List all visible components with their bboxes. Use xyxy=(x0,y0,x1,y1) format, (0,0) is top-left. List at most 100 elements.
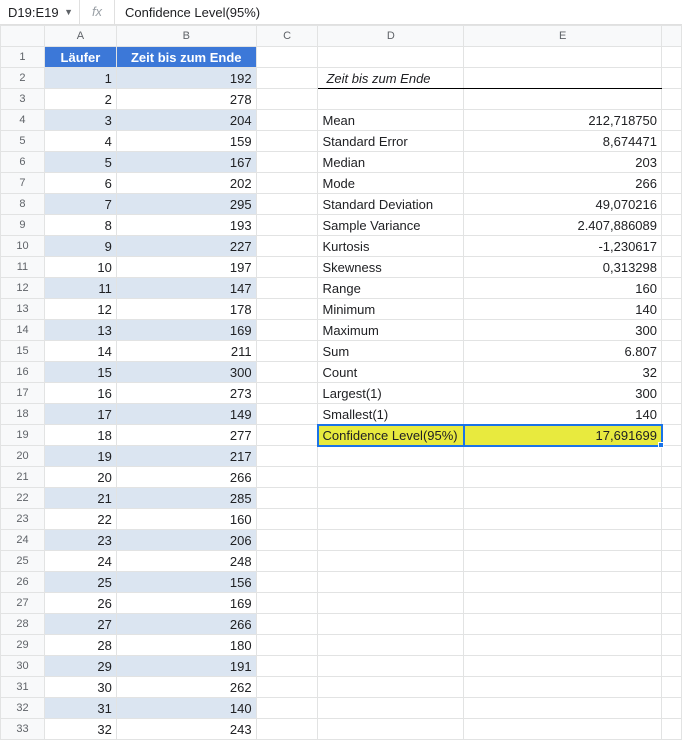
cell-zeit[interactable]: 211 xyxy=(116,341,256,362)
cell-zeit[interactable]: 204 xyxy=(116,110,256,131)
row-header[interactable]: 23 xyxy=(1,509,45,530)
cell-laufer[interactable]: 5 xyxy=(44,152,116,173)
cell-empty[interactable] xyxy=(256,236,318,257)
stat-value[interactable]: 160 xyxy=(464,278,662,299)
row-header[interactable]: 32 xyxy=(1,698,45,719)
cell-empty[interactable] xyxy=(256,404,318,425)
stat-label[interactable]: Range xyxy=(318,278,464,299)
row-header[interactable]: 17 xyxy=(1,383,45,404)
cell-zeit[interactable]: 191 xyxy=(116,656,256,677)
cell-zeit[interactable]: 266 xyxy=(116,614,256,635)
cell-laufer[interactable]: 32 xyxy=(44,719,116,740)
cell[interactable] xyxy=(318,614,464,635)
stat-label[interactable]: Smallest(1) xyxy=(318,404,464,425)
cell-empty[interactable] xyxy=(256,215,318,236)
cell-empty[interactable] xyxy=(256,68,318,89)
cell[interactable] xyxy=(464,593,662,614)
cell-laufer[interactable]: 23 xyxy=(44,530,116,551)
cell-empty[interactable] xyxy=(256,551,318,572)
header-zeit[interactable]: Zeit bis zum Ende xyxy=(116,47,256,68)
select-all-corner[interactable] xyxy=(1,26,45,47)
cell-laufer[interactable]: 31 xyxy=(44,698,116,719)
row-header[interactable]: 5 xyxy=(1,131,45,152)
cell-zeit[interactable]: 202 xyxy=(116,173,256,194)
row-header[interactable]: 22 xyxy=(1,488,45,509)
column-header-E[interactable]: E xyxy=(464,26,662,47)
cell-zeit[interactable]: 180 xyxy=(116,635,256,656)
row-header[interactable]: 30 xyxy=(1,656,45,677)
row-header[interactable]: 25 xyxy=(1,551,45,572)
cell-laufer[interactable]: 9 xyxy=(44,236,116,257)
row-header[interactable]: 7 xyxy=(1,173,45,194)
cell-empty[interactable] xyxy=(256,194,318,215)
cell-zeit[interactable]: 169 xyxy=(116,320,256,341)
cell-empty[interactable] xyxy=(256,677,318,698)
cell-zeit[interactable]: 273 xyxy=(116,383,256,404)
cell[interactable] xyxy=(464,509,662,530)
cell-laufer[interactable]: 2 xyxy=(44,89,116,110)
stats-title-value[interactable] xyxy=(464,68,662,89)
cell[interactable] xyxy=(318,89,464,110)
cell-empty[interactable] xyxy=(256,320,318,341)
row-header[interactable]: 33 xyxy=(1,719,45,740)
cell-zeit[interactable]: 159 xyxy=(116,131,256,152)
row-header[interactable]: 8 xyxy=(1,194,45,215)
cell[interactable] xyxy=(318,488,464,509)
stat-label[interactable]: Confidence Level(95%) xyxy=(318,425,464,446)
cell[interactable] xyxy=(464,719,662,740)
cell[interactable] xyxy=(464,530,662,551)
cell-empty[interactable] xyxy=(256,152,318,173)
cell-laufer[interactable]: 26 xyxy=(44,593,116,614)
stats-title[interactable]: Zeit bis zum Ende xyxy=(318,68,464,89)
cell-laufer[interactable]: 4 xyxy=(44,131,116,152)
cell-laufer[interactable]: 19 xyxy=(44,446,116,467)
row-header[interactable]: 29 xyxy=(1,635,45,656)
cell-empty[interactable] xyxy=(256,110,318,131)
cell-laufer[interactable]: 11 xyxy=(44,278,116,299)
cell-zeit[interactable]: 243 xyxy=(116,719,256,740)
row-header[interactable]: 27 xyxy=(1,593,45,614)
row-header[interactable]: 24 xyxy=(1,530,45,551)
row-header[interactable]: 18 xyxy=(1,404,45,425)
row-header[interactable]: 13 xyxy=(1,299,45,320)
cell-empty[interactable] xyxy=(256,614,318,635)
cell-empty[interactable] xyxy=(256,446,318,467)
cell[interactable] xyxy=(318,530,464,551)
stat-label[interactable]: Median xyxy=(318,152,464,173)
cell[interactable] xyxy=(464,656,662,677)
cell-empty[interactable] xyxy=(256,719,318,740)
stat-label[interactable]: Count xyxy=(318,362,464,383)
cell-empty[interactable] xyxy=(256,656,318,677)
stat-label[interactable]: Maximum xyxy=(318,320,464,341)
stat-value[interactable]: 140 xyxy=(464,404,662,425)
cell-laufer[interactable]: 8 xyxy=(44,215,116,236)
cell-empty[interactable] xyxy=(256,698,318,719)
cell-zeit[interactable]: 140 xyxy=(116,698,256,719)
cell-zeit[interactable]: 278 xyxy=(116,89,256,110)
cell-laufer[interactable]: 28 xyxy=(44,635,116,656)
cell-empty[interactable] xyxy=(256,299,318,320)
cell-zeit[interactable]: 167 xyxy=(116,152,256,173)
row-header[interactable]: 28 xyxy=(1,614,45,635)
cell-laufer[interactable]: 18 xyxy=(44,425,116,446)
stat-label[interactable]: Standard Deviation xyxy=(318,194,464,215)
cell-empty[interactable] xyxy=(256,635,318,656)
cell[interactable] xyxy=(464,467,662,488)
cell-laufer[interactable]: 27 xyxy=(44,614,116,635)
cell[interactable] xyxy=(318,446,464,467)
cell-laufer[interactable]: 25 xyxy=(44,572,116,593)
stat-value[interactable]: 0,313298 xyxy=(464,257,662,278)
stat-label[interactable]: Minimum xyxy=(318,299,464,320)
cell-empty[interactable] xyxy=(256,509,318,530)
cell[interactable] xyxy=(464,614,662,635)
column-header-D[interactable]: D xyxy=(318,26,464,47)
cell-laufer[interactable]: 17 xyxy=(44,404,116,425)
cell-zeit[interactable]: 266 xyxy=(116,467,256,488)
cell-zeit[interactable]: 248 xyxy=(116,551,256,572)
cell[interactable] xyxy=(318,593,464,614)
stat-label[interactable]: Skewness xyxy=(318,257,464,278)
formula-input[interactable]: Confidence Level(95%) xyxy=(115,5,682,20)
cell[interactable] xyxy=(318,509,464,530)
row-header[interactable]: 10 xyxy=(1,236,45,257)
cell-empty[interactable] xyxy=(256,530,318,551)
